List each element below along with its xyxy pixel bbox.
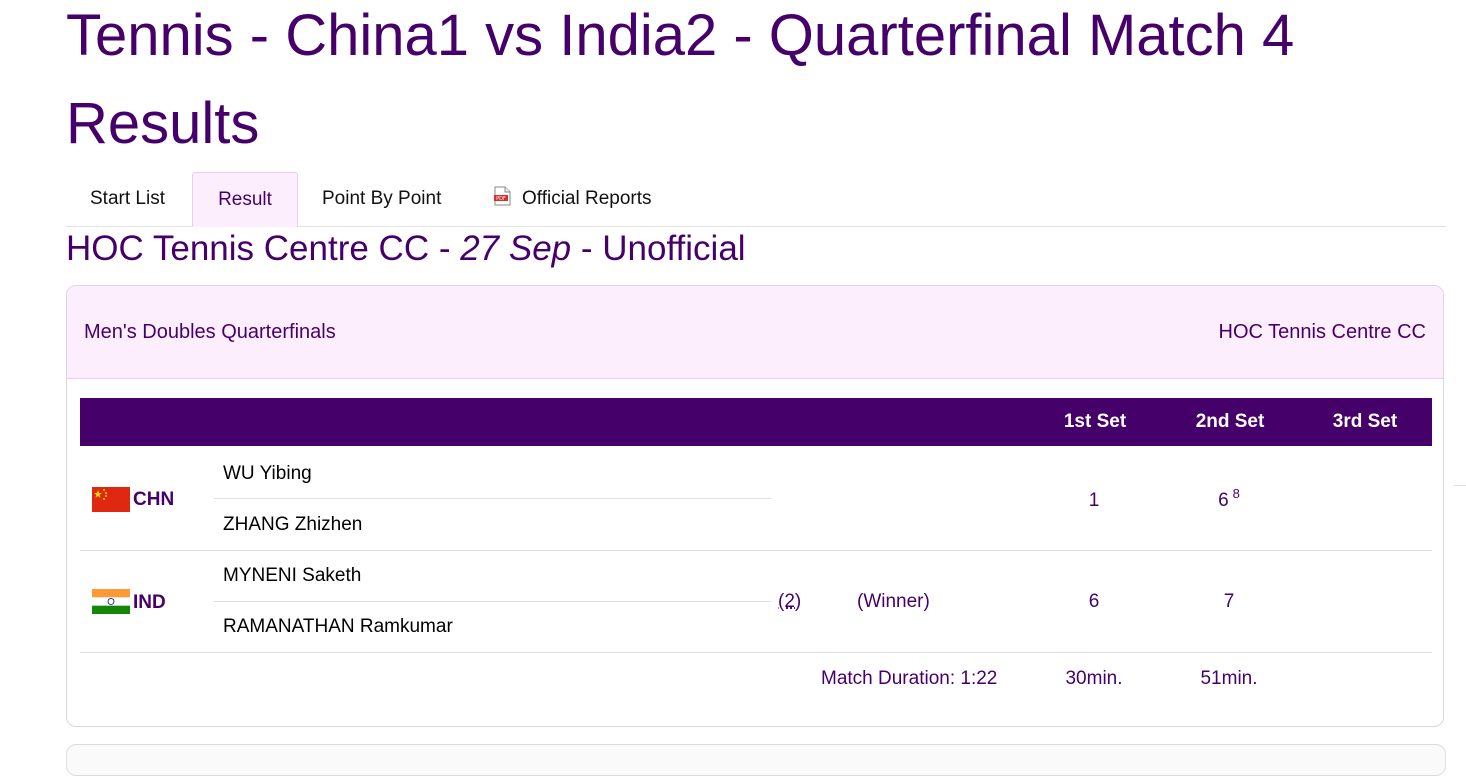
player-name: MYNENI Saketh — [223, 565, 361, 587]
match-duration: Match Duration: 1:22 — [821, 668, 997, 690]
tab-official-reports-label: Official Reports — [522, 188, 652, 209]
scroll-edge — [1454, 485, 1466, 486]
tab-point-by-point[interactable]: Point By Point — [322, 172, 441, 226]
player-divider — [214, 601, 771, 602]
player-name: ZHANG Zhizhen — [223, 514, 362, 536]
chn-set-2-games: 6 — [1218, 490, 1229, 511]
china-flag — [92, 487, 130, 512]
set-1-duration: 30min. — [1034, 668, 1154, 690]
header-set-3: 3rd Set — [1305, 398, 1425, 446]
header-set-1: 1st Set — [1035, 398, 1155, 446]
page-title: Tennis - China1 vs India2 - Quarterfinal… — [66, 0, 1406, 168]
player-name: RAMANATHAN Ramkumar — [223, 616, 453, 638]
header-set-2: 2nd Set — [1170, 398, 1290, 446]
team-code-ind: IND — [133, 592, 166, 614]
team-code-chn: CHN — [133, 489, 174, 511]
india-flag — [92, 589, 130, 614]
row-divider — [80, 652, 1432, 653]
tab-bar: Start List Result Point By Point PDF Off… — [66, 172, 1446, 227]
subtitle-venue: HOC Tennis Centre CC - — [66, 229, 460, 268]
tab-official-reports[interactable]: PDF Official Reports — [494, 172, 652, 226]
event-name: Men's Doubles Quarterfinals — [84, 286, 336, 378]
seed-badge[interactable]: (2) — [778, 591, 801, 613]
tab-start-list[interactable]: Start List — [90, 172, 165, 226]
venue-date-heading: HOC Tennis Centre CC - 27 Sep - Unoffici… — [66, 226, 746, 272]
subtitle-status: - Unofficial — [571, 229, 745, 268]
next-card — [66, 744, 1446, 776]
ind-set-2-score: 7 — [1169, 591, 1289, 613]
ind-set-1-score: 6 — [1034, 591, 1154, 613]
winner-label: (Winner) — [857, 591, 930, 613]
tab-result[interactable]: Result — [192, 172, 298, 227]
chn-set-2-score: 68 — [1169, 490, 1289, 512]
player-divider — [214, 498, 771, 499]
svg-text:PDF: PDF — [496, 196, 506, 202]
set-2-duration: 51min. — [1169, 668, 1289, 690]
card-venue: HOC Tennis Centre CC — [1219, 286, 1426, 378]
player-name: WU Yibing — [223, 463, 312, 485]
chn-set-1-score: 1 — [1034, 490, 1154, 512]
row-divider — [80, 550, 1432, 551]
results-table-header: 1st Set 2nd Set 3rd Set — [80, 398, 1432, 446]
subtitle-date: 27 Sep — [460, 229, 571, 268]
pdf-icon: PDF — [494, 186, 511, 206]
card-header: Men's Doubles Quarterfinals HOC Tennis C… — [67, 286, 1443, 379]
result-card: Men's Doubles Quarterfinals HOC Tennis C… — [66, 285, 1444, 727]
chn-set-2-tiebreak: 8 — [1233, 486, 1240, 501]
